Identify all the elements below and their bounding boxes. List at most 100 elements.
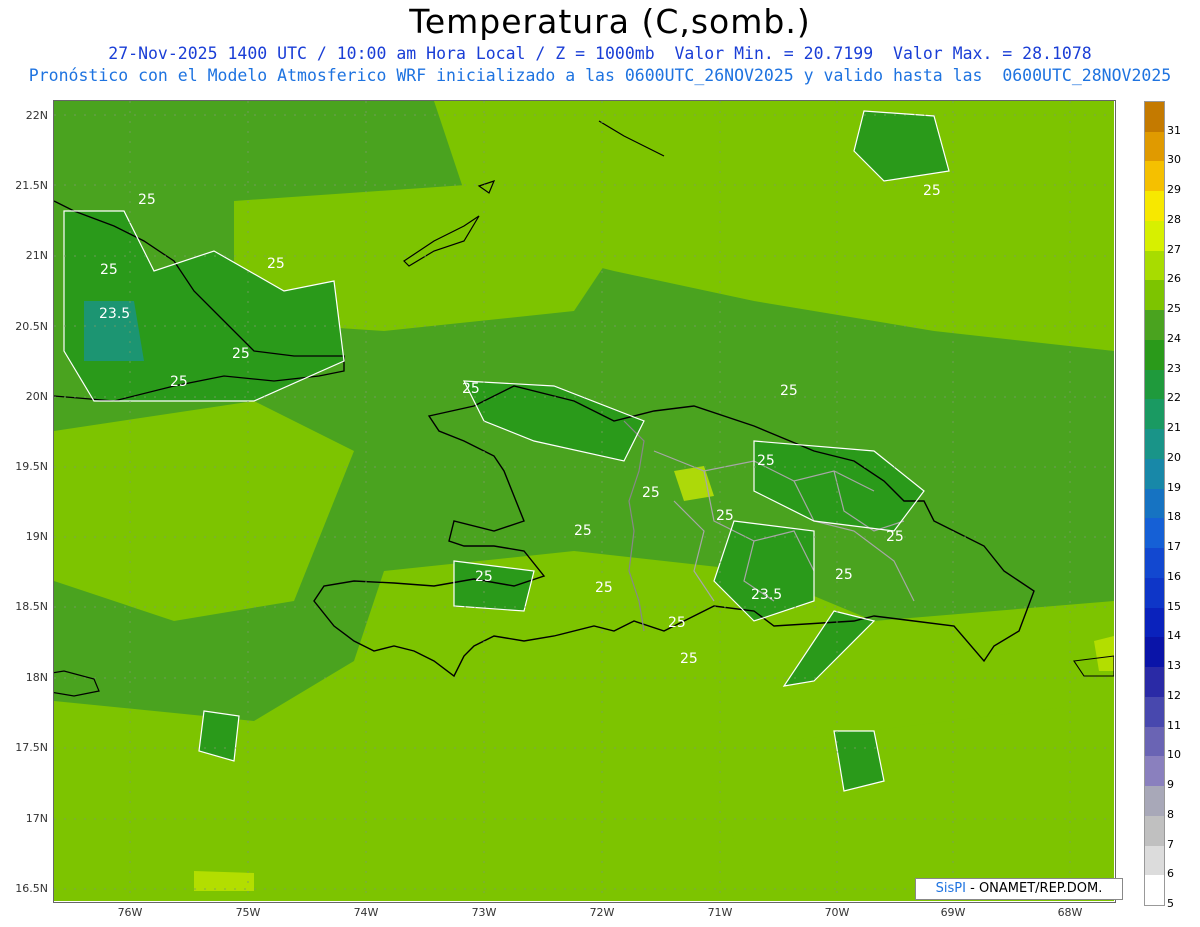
contour-label: 25 xyxy=(680,651,698,667)
colorbar-segment xyxy=(1145,786,1164,817)
contour-label: 25 xyxy=(138,192,156,208)
colorbar-segment xyxy=(1145,161,1164,192)
colorbar-label: 27 xyxy=(1167,242,1181,256)
lat-label: 21N xyxy=(25,249,48,262)
lon-label: 76W xyxy=(117,906,143,919)
colorbar-segment xyxy=(1145,399,1164,430)
colorbar-segment xyxy=(1145,369,1164,400)
credit-text: - ONAMET/REP.DOM. xyxy=(965,881,1103,896)
colorbar-segment xyxy=(1145,548,1164,579)
contour-label: 25 xyxy=(100,262,118,278)
lon-label: 75W xyxy=(235,906,261,919)
contour-label: 25 xyxy=(475,569,493,585)
lon-label: 72W xyxy=(589,906,615,919)
colorbar-label: 12 xyxy=(1167,688,1181,702)
contour-label: 25 xyxy=(923,183,941,199)
lat-label: 21.5N xyxy=(15,179,48,192)
colorbar-label: 6 xyxy=(1167,867,1174,881)
contour-label: 23.5 xyxy=(751,587,782,603)
colorbar-label: 22 xyxy=(1167,391,1181,405)
lon-label: 71W xyxy=(707,906,733,919)
colorbar-segment xyxy=(1145,220,1164,252)
colorbar-segment xyxy=(1145,458,1164,490)
contour-label: 25 xyxy=(668,615,686,631)
colorbar-segment xyxy=(1145,518,1164,549)
colorbar-segment xyxy=(1145,815,1164,846)
colorbar-label: 8 xyxy=(1167,807,1174,821)
colorbar-segment xyxy=(1145,577,1164,609)
colorbar-label: 5 xyxy=(1167,897,1174,910)
contour-label: 25 xyxy=(462,381,480,397)
contour-label: 25 xyxy=(780,383,798,399)
colorbar-segment xyxy=(1145,637,1164,668)
contour-label: 25 xyxy=(886,529,904,545)
contour-label: 25 xyxy=(716,508,734,524)
contour-label: 25 xyxy=(232,346,250,362)
lat-label: 20.5N xyxy=(15,320,48,333)
lat-label: 20N xyxy=(25,390,48,403)
colorbar-segment xyxy=(1145,696,1164,728)
colorbar-label: 25 xyxy=(1167,302,1181,316)
colorbar-segment xyxy=(1145,280,1164,311)
colorbar-label: 20 xyxy=(1167,450,1181,464)
colorbar-segment xyxy=(1145,131,1164,162)
lon-label: 73W xyxy=(471,906,497,919)
map-canvas: 25 25 23.5 25 25 25 25 25 25 25 25 23.5 … xyxy=(54,101,1114,901)
colorbar-label: 31 xyxy=(1167,123,1181,137)
colorbar-label: 30 xyxy=(1167,153,1181,167)
contour-label: 25 xyxy=(595,580,613,596)
colorbar-label: 19 xyxy=(1167,480,1181,494)
contour-label: 25 xyxy=(757,453,775,469)
colorbar-segment xyxy=(1145,756,1164,787)
colorbar-segment xyxy=(1145,429,1164,460)
lat-label: 16.5N xyxy=(15,882,48,895)
colorbar-label: 28 xyxy=(1167,212,1181,226)
contour-label: 25 xyxy=(574,523,592,539)
colorbar-label: 16 xyxy=(1167,569,1181,583)
colorbar-segment xyxy=(1145,667,1164,698)
colorbar-segment xyxy=(1145,875,1164,906)
colorbar-segment xyxy=(1145,488,1164,519)
contour-label: 25 xyxy=(835,567,853,583)
temperature-colorbar xyxy=(1144,101,1165,906)
colorbar-label: 10 xyxy=(1167,748,1181,762)
model-info-line: Pronóstico con el Modelo Atmosferico WRF… xyxy=(28,66,1172,85)
colorbar-segment xyxy=(1145,310,1164,341)
colorbar-label: 23 xyxy=(1167,361,1181,375)
lat-label: 18.5N xyxy=(15,600,48,613)
colorbar-segment xyxy=(1145,191,1164,222)
credit-box: SisPI - ONAMET/REP.DOM. xyxy=(915,878,1123,900)
colorbar-label: 7 xyxy=(1167,837,1174,851)
map-title: Temperatura (C,somb.) xyxy=(409,2,811,41)
contour-label: 25 xyxy=(642,485,660,501)
colorbar-label: 13 xyxy=(1167,659,1181,673)
colorbar-label: 15 xyxy=(1167,599,1181,613)
lat-label: 22N xyxy=(25,109,48,122)
colorbar-label: 11 xyxy=(1167,718,1181,732)
colorbar-segment xyxy=(1145,607,1164,638)
colorbar-label: 24 xyxy=(1167,331,1181,345)
colorbar-segment xyxy=(1145,250,1164,281)
colorbar-label: 14 xyxy=(1167,629,1181,643)
colorbar-segment xyxy=(1145,726,1164,757)
lon-label: 74W xyxy=(353,906,379,919)
colorbar-label: 29 xyxy=(1167,183,1181,197)
colorbar-segment xyxy=(1145,102,1164,133)
valid-time-line: 27-Nov-2025 1400 UTC / 10:00 am Hora Loc… xyxy=(108,44,1092,63)
lon-label: 69W xyxy=(940,906,966,919)
lat-label: 17N xyxy=(25,812,48,825)
lon-label: 70W xyxy=(824,906,850,919)
sispi-logo-text: SisPI xyxy=(935,881,966,896)
contour-label: 25 xyxy=(267,256,285,272)
lon-label: 68W xyxy=(1057,906,1083,919)
temperature-map: 25 25 23.5 25 25 25 25 25 25 25 25 23.5 … xyxy=(54,101,1114,901)
contour-label: 23.5 xyxy=(99,306,130,322)
lat-label: 19N xyxy=(25,530,48,543)
lat-label: 17.5N xyxy=(15,741,48,754)
colorbar-label: 9 xyxy=(1167,778,1174,792)
colorbar-segment xyxy=(1145,339,1164,371)
colorbar-label: 21 xyxy=(1167,421,1181,435)
colorbar-segment xyxy=(1145,845,1164,876)
colorbar-label: 17 xyxy=(1167,540,1181,554)
colorbar-label: 26 xyxy=(1167,272,1181,286)
